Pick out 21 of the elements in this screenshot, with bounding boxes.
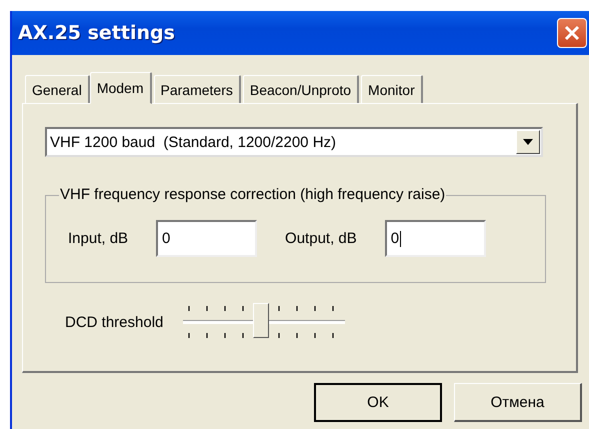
dialog-button[interactable]: OK — [314, 383, 442, 422]
tab[interactable]: Modem — [90, 72, 152, 104]
tab[interactable]: Monitor — [361, 75, 423, 103]
modem-dropdown[interactable]: VHF 1200 baud (Standard, 1200/2200 Hz) — [45, 127, 543, 157]
close-icon — [563, 24, 581, 42]
close-button[interactable] — [557, 18, 587, 48]
tab[interactable]: General — [25, 75, 90, 103]
group-title: VHF frequency response correction (high frequency raise) — [59, 186, 446, 203]
dcd-threshold-label: DCD threshold — [65, 314, 164, 330]
input-field[interactable]: 0 — [156, 220, 258, 257]
window-title: AX.25 settings — [18, 22, 175, 44]
dropdown-button[interactable] — [516, 130, 540, 154]
dialog-button[interactable]: Отмена — [454, 383, 582, 422]
tab[interactable]: Parameters — [154, 75, 241, 103]
tab[interactable]: Beacon/Unproto — [242, 75, 360, 103]
field-label: Output, dB — [285, 230, 357, 247]
caret-icon — [523, 139, 533, 145]
slider-thumb[interactable] — [253, 303, 270, 338]
input-field[interactable]: 0 — [384, 220, 486, 257]
dcd-threshold-slider[interactable] — [183, 306, 346, 338]
field-label: Input, dB — [68, 230, 128, 247]
